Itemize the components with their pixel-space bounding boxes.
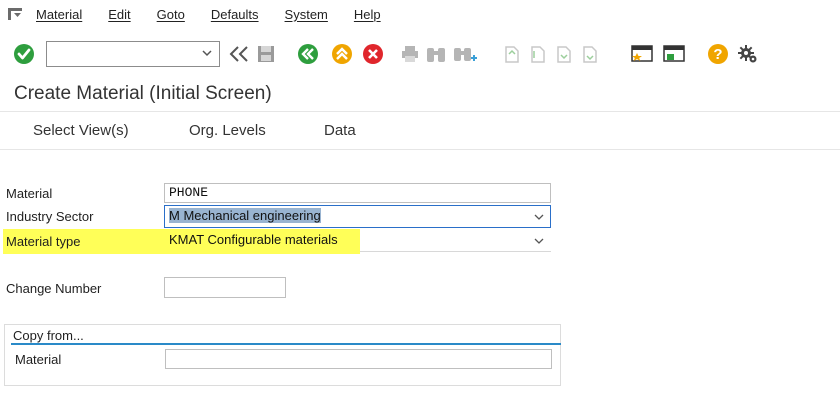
industry-sector-select[interactable]: M Mechanical engineering <box>164 205 551 228</box>
material-value: PHONE <box>169 185 209 200</box>
org-levels-button[interactable]: Org. Levels <box>189 122 266 139</box>
print-icon[interactable] <box>398 42 422 66</box>
group-title-divider <box>11 343 561 345</box>
title-bar: Create Material (Initial Screen) <box>0 78 840 112</box>
system-toolbar: ? <box>0 28 840 78</box>
shortcut-icon[interactable] <box>662 42 688 66</box>
application-toolbar: Select View(s) Org. Levels Data <box>0 112 840 150</box>
industry-sector-label: Industry Sector <box>6 209 94 224</box>
material-type-label: Material type <box>6 234 81 249</box>
copy-material-input[interactable] <box>165 349 552 369</box>
material-type-value: KMAT Configurable materials <box>169 232 338 247</box>
menu-edit[interactable]: Edit <box>108 7 130 22</box>
menu-icon[interactable] <box>8 8 22 20</box>
copy-from-title: Copy from... <box>13 328 84 343</box>
material-input[interactable]: PHONE <box>164 183 551 203</box>
copy-material-label: Material <box>15 352 62 367</box>
menu-material[interactable]: Material <box>36 7 82 22</box>
menu-defaults[interactable]: Defaults <box>211 7 259 22</box>
command-input[interactable] <box>47 42 197 66</box>
double-chevron-left-icon[interactable] <box>226 42 252 66</box>
change-number-input[interactable] <box>164 277 286 298</box>
save-icon[interactable] <box>254 42 278 66</box>
cancel-icon[interactable] <box>361 42 385 66</box>
menu-goto[interactable]: Goto <box>157 7 185 22</box>
svg-text:?: ? <box>713 46 722 63</box>
industry-sector-value: M Mechanical engineering <box>169 208 321 223</box>
material-type-select[interactable]: KMAT Configurable materials <box>164 230 551 250</box>
menu-help[interactable]: Help <box>354 7 381 22</box>
ok-check-icon[interactable] <box>12 42 36 66</box>
create-session-icon[interactable] <box>630 42 656 66</box>
help-icon[interactable]: ? <box>706 42 730 66</box>
command-field[interactable] <box>46 41 220 67</box>
chevron-down-icon[interactable] <box>534 236 544 246</box>
previous-page-icon[interactable] <box>526 42 550 66</box>
back-icon[interactable] <box>296 42 320 66</box>
material-label: Material <box>6 186 53 201</box>
last-page-icon[interactable] <box>578 42 602 66</box>
menu-bar: Material Edit Goto Defaults System Help <box>0 0 840 28</box>
material-type-underline <box>360 251 551 252</box>
find-icon[interactable] <box>424 42 448 66</box>
chevron-down-icon[interactable] <box>534 212 544 222</box>
find-next-icon[interactable] <box>452 42 478 66</box>
menu-system[interactable]: System <box>285 7 328 22</box>
first-page-icon[interactable] <box>500 42 524 66</box>
settings-icon[interactable] <box>736 42 760 66</box>
next-page-icon[interactable] <box>552 42 576 66</box>
command-dropdown-icon[interactable] <box>201 47 213 59</box>
change-number-label: Change Number <box>6 281 102 296</box>
select-views-button[interactable]: Select View(s) <box>33 122 129 139</box>
page-title: Create Material (Initial Screen) <box>14 83 272 104</box>
data-button[interactable]: Data <box>324 122 356 139</box>
copy-from-group: Copy from... Material <box>4 324 561 386</box>
exit-icon[interactable] <box>330 42 354 66</box>
